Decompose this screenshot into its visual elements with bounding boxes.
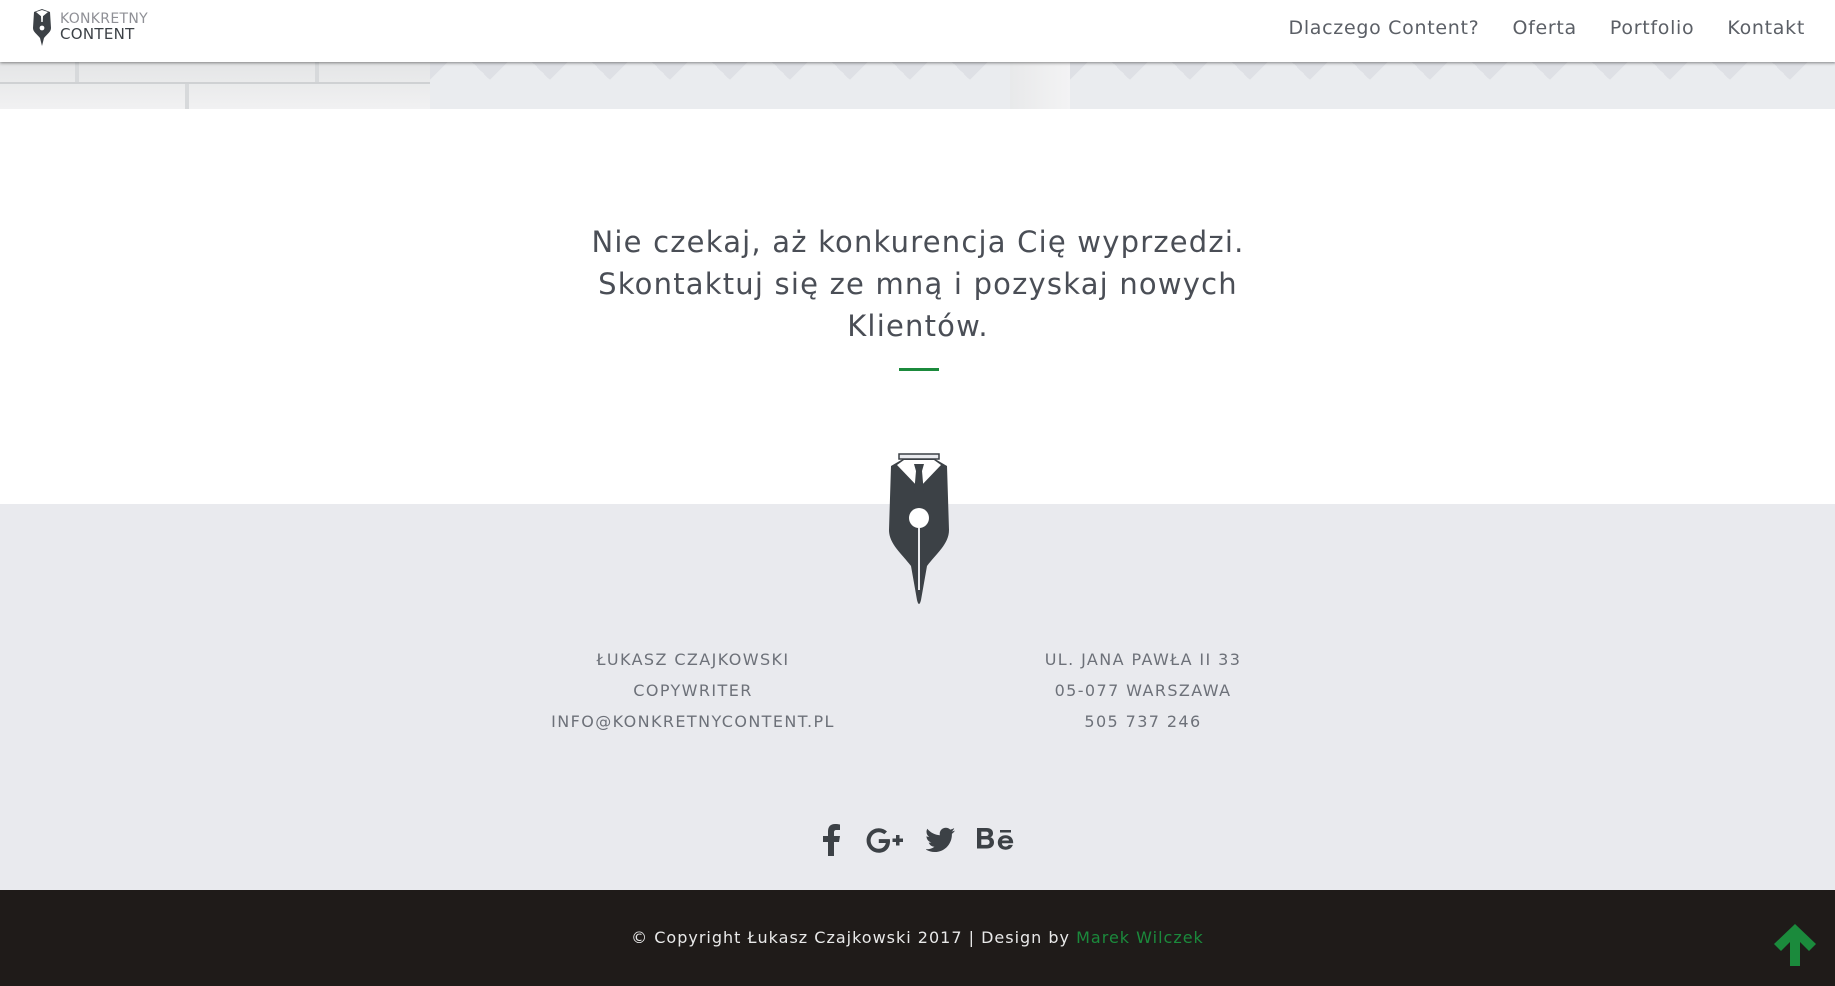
brick-wall-texture	[0, 62, 430, 109]
nav-link-kontakt[interactable]: Kontakt	[1727, 17, 1805, 39]
navbar: KONKRETNY CONTENT Dlaczego Content? Ofer…	[0, 0, 1835, 62]
brick-wall-texture-2	[1010, 62, 1070, 109]
chevron-pattern-2	[1070, 62, 1835, 109]
contact-person-column: ŁUKASZ CZAJKOWSKI COPYWRITER INFO@KONKRE…	[513, 644, 873, 737]
chevron-pattern	[430, 62, 1010, 109]
contact-address-column: UL. JANA PAWŁA II 33 05-077 WARSZAWA 505…	[963, 644, 1323, 737]
cta-heading: Nie czekaj, aż konkurencja Cię wyprzedzi…	[567, 221, 1269, 347]
fountain-pen-logo-icon	[889, 453, 949, 604]
google-plus-icon	[866, 828, 903, 853]
pen-logo-icon	[33, 9, 51, 46]
social-links	[820, 822, 1036, 858]
facebook-link[interactable]	[820, 822, 842, 858]
arrow-up-icon	[1774, 924, 1816, 966]
contact-email[interactable]: INFO@KONKRETNYCONTENT.PL	[513, 706, 873, 737]
copyright-text: © Copyright Łukasz Czajkowski 2017 | Des…	[0, 928, 1835, 947]
designer-link[interactable]: Marek Wilczek	[1076, 928, 1204, 947]
logo-link[interactable]: KONKRETNY CONTENT	[30, 7, 148, 47]
accent-divider	[899, 368, 939, 371]
cta-line-2: Skontaktuj się ze mną i pozyskaj nowych	[598, 267, 1238, 301]
google-plus-link[interactable]	[862, 822, 906, 858]
main-nav: Dlaczego Content? Oferta Portfolio Konta…	[1256, 0, 1806, 56]
nav-link-dlaczego-content[interactable]: Dlaczego Content?	[1289, 17, 1480, 39]
behance-icon	[977, 828, 1014, 850]
nav-link-oferta[interactable]: Oferta	[1512, 17, 1576, 39]
cta-line-1: Nie czekaj, aż konkurencja Cię wyprzedzi…	[591, 225, 1245, 259]
contact-role: COPYWRITER	[633, 681, 753, 700]
contact-street: UL. JANA PAWŁA II 33	[1044, 650, 1242, 669]
twitter-link[interactable]	[926, 822, 956, 858]
nav-link-portfolio[interactable]: Portfolio	[1610, 17, 1694, 39]
cta-line-3: Klientów.	[847, 309, 989, 343]
bottom-bar: © Copyright Łukasz Czajkowski 2017 | Des…	[0, 890, 1835, 986]
behance-link[interactable]	[976, 822, 1016, 858]
facebook-icon	[823, 824, 840, 856]
twitter-icon	[926, 827, 955, 852]
contact-name: ŁUKASZ CZAJKOWSKI	[596, 650, 790, 669]
copyright-label: © Copyright Łukasz Czajkowski 2017 | Des…	[631, 928, 1071, 947]
contact-city: 05-077 WARSZAWA	[1054, 681, 1232, 700]
logo-line2: CONTENT	[60, 25, 135, 43]
banner-image-strip	[0, 62, 1835, 109]
contact-phone[interactable]: 505 737 246	[963, 706, 1323, 737]
back-to-top-button[interactable]	[1771, 922, 1819, 968]
